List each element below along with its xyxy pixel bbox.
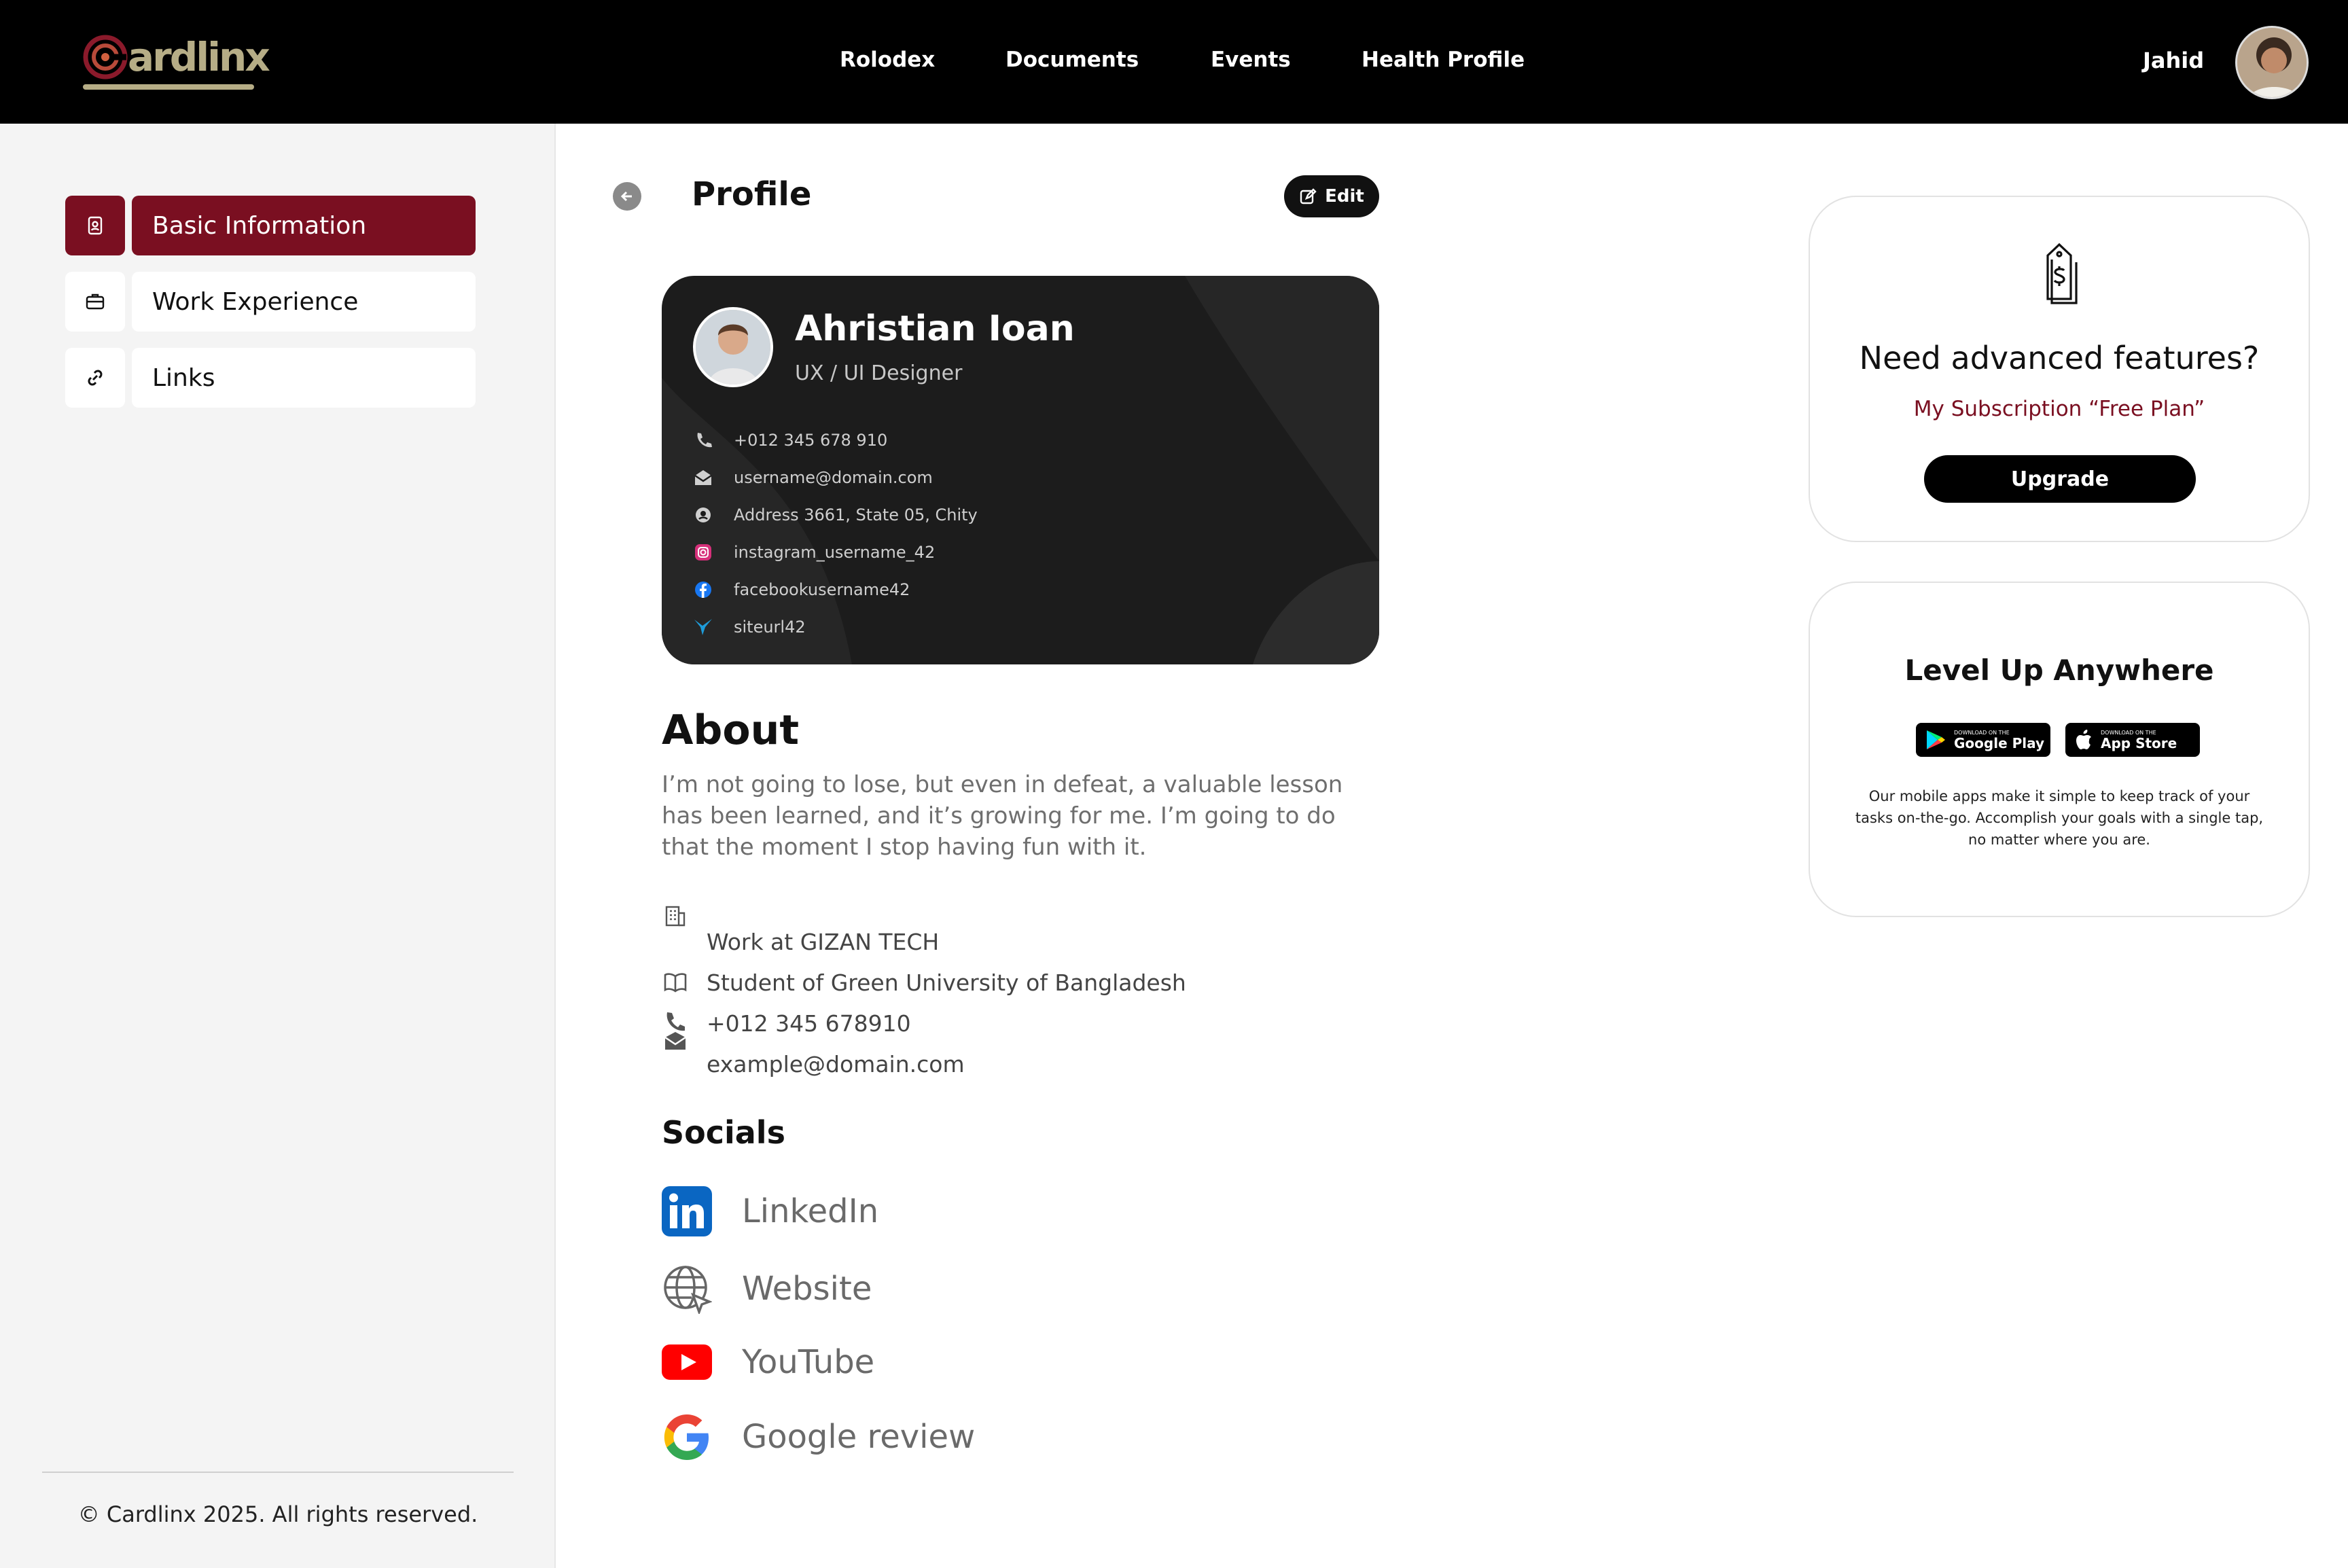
building-icon: [662, 902, 689, 929]
card-address[interactable]: Address 3661, State 05, Chity: [692, 503, 978, 527]
upgrade-panel: Need advanced features? My Subscription …: [1809, 196, 2310, 542]
socials-heading: Socials: [662, 1114, 785, 1151]
about-text: I’m not going to lose, but even in defea…: [662, 771, 1343, 861]
briefcase-icon: [65, 272, 125, 332]
app-store-label: App Store: [2101, 734, 2177, 751]
link-icon: [65, 348, 125, 408]
google-play-icon: [1927, 730, 1945, 749]
info-spacer: [662, 1050, 689, 1077]
linkedin-icon: [662, 1186, 712, 1236]
email-icon: [692, 466, 715, 489]
nav-rolodex[interactable]: Rolodex: [840, 48, 935, 72]
facebook-icon: [692, 578, 715, 601]
card-site[interactable]: siteurl42: [692, 615, 806, 639]
id-card-icon: [65, 196, 125, 255]
card-name: Ahristian Ioan: [795, 308, 1075, 349]
app-store-button[interactable]: DOWNLOAD ON THE App Store: [2065, 723, 2200, 757]
social-label: LinkedIn: [742, 1192, 879, 1230]
user-name[interactable]: Jahid: [2143, 48, 2204, 73]
edit-icon: [1300, 188, 1317, 204]
youtube-icon: [662, 1337, 712, 1387]
sidebar-item-label: Work Experience: [132, 272, 476, 332]
page-title: Profile: [692, 175, 812, 213]
card-role: UX / UI Designer: [795, 361, 963, 385]
sidebar-divider: [42, 1472, 514, 1473]
social-label: YouTube: [742, 1343, 875, 1381]
logo-underline: [83, 84, 254, 90]
social-label: Website: [742, 1270, 872, 1308]
edit-label: Edit: [1325, 186, 1364, 207]
apps-title: Level Up Anywhere: [1904, 654, 2214, 687]
card-instagram[interactable]: instagram_username_42: [692, 540, 935, 565]
price-tag-icon: [2046, 243, 2078, 304]
phone-icon: [692, 429, 715, 452]
site-icon: [692, 616, 715, 639]
info-education: Student of Green University of Banglades…: [662, 969, 1186, 996]
nav-health-profile[interactable]: Health Profile: [1362, 48, 1525, 72]
sidebar-item-links[interactable]: Links: [65, 348, 476, 408]
info-work: Work at GIZAN TECH: [662, 928, 939, 955]
nav-documents[interactable]: Documents: [1006, 48, 1139, 72]
info-work-text: Work at GIZAN TECH: [707, 928, 940, 955]
social-youtube[interactable]: YouTube: [662, 1337, 874, 1387]
book-icon: [662, 969, 689, 996]
info-work-icon-row: [662, 902, 689, 929]
card-facebook[interactable]: facebookusername42: [692, 577, 910, 602]
social-label: Google review: [742, 1418, 976, 1456]
info-phone-text: +012 345 678910: [707, 1010, 911, 1037]
info-phone[interactable]: +012 345 678910: [662, 1010, 911, 1037]
mobile-apps-panel: Level Up Anywhere DOWNLOAD ON THE Google…: [1809, 582, 2310, 917]
upgrade-button[interactable]: Upgrade: [1924, 455, 2196, 503]
google-icon: [662, 1412, 712, 1462]
top-navbar: ardlinx Rolodex Documents Events Health …: [0, 0, 2348, 124]
info-education-text: Student of Green University of Banglades…: [707, 969, 1186, 996]
social-linkedin[interactable]: LinkedIn: [662, 1186, 878, 1236]
card-email[interactable]: username@domain.com: [692, 465, 933, 490]
card-instagram-text: instagram_username_42: [734, 543, 936, 562]
card-site-text: siteurl42: [734, 618, 806, 637]
card-address-text: Address 3661, State 05, Chity: [734, 505, 978, 524]
logo-mark-icon: [83, 35, 128, 79]
info-email-text: example@domain.com: [707, 1050, 965, 1077]
apps-description: Our mobile apps make it simple to keep t…: [1855, 788, 2264, 848]
globe-icon: [662, 1264, 712, 1314]
sidebar-item-label: Links: [132, 348, 476, 408]
card-profile-photo: [693, 307, 773, 387]
google-play-button[interactable]: DOWNLOAD ON THE Google Play: [1916, 723, 2050, 757]
instagram-icon: [692, 541, 715, 564]
subscription-status: My Subscription “Free Plan”: [1913, 397, 2205, 421]
user-avatar[interactable]: [2235, 26, 2309, 99]
edit-button[interactable]: Edit: [1284, 175, 1379, 217]
arrow-left-icon: [620, 191, 632, 202]
social-website[interactable]: Website: [662, 1264, 872, 1314]
nav-events[interactable]: Events: [1211, 48, 1291, 72]
sidebar: Basic Information Work Experience Links: [0, 124, 556, 1568]
about-heading: About: [662, 707, 800, 754]
sidebar-item-work-experience[interactable]: Work Experience: [65, 272, 476, 332]
info-email[interactable]: example@domain.com: [662, 1050, 965, 1077]
card-phone[interactable]: +012 345 678 910: [692, 428, 887, 452]
cardlinx-logo[interactable]: ardlinx: [82, 23, 270, 91]
sidebar-item-label: Basic Information: [132, 196, 476, 255]
logo-text: ardlinx: [128, 34, 270, 80]
features-title: Need advanced features?: [1859, 340, 2260, 376]
business-card: Ahristian Ioan UX / UI Designer +012 345…: [662, 276, 1379, 664]
card-facebook-text: facebookusername42: [734, 580, 910, 599]
apple-icon: [2076, 730, 2091, 749]
location-icon: [692, 503, 715, 527]
social-google-review[interactable]: Google review: [662, 1412, 975, 1462]
info-spacer: [662, 928, 689, 955]
back-button[interactable]: [613, 182, 641, 211]
card-email-text: username@domain.com: [734, 468, 933, 487]
sidebar-item-basic-information[interactable]: Basic Information: [65, 196, 476, 255]
copyright: © Cardlinx 2025. All rights reserved.: [77, 1501, 478, 1527]
google-play-label: Google Play: [1954, 734, 2045, 751]
card-phone-text: +012 345 678 910: [734, 431, 888, 450]
avatar-image: [2237, 28, 2307, 97]
